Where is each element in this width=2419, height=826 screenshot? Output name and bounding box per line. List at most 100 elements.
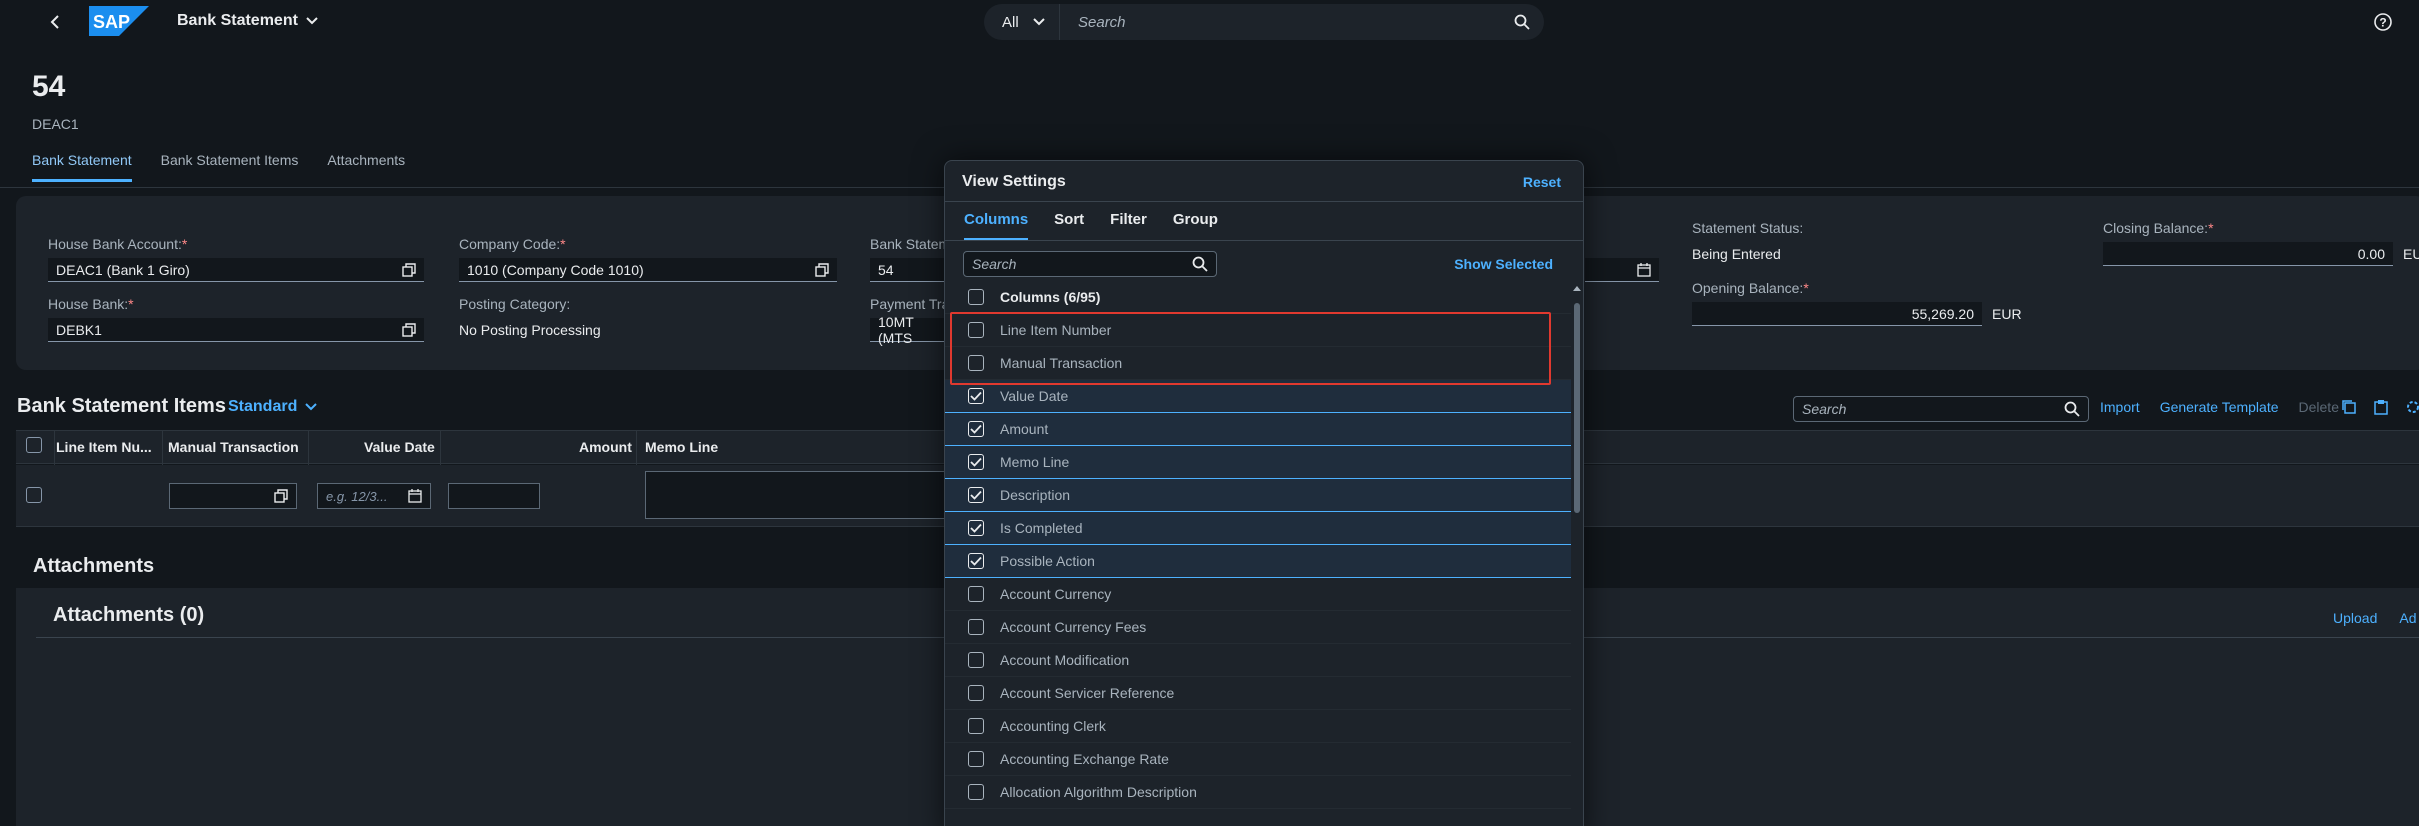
column-option-row[interactable]: Accounting Exchange Rate [945, 743, 1571, 776]
company-code-field[interactable]: 1010 (Company Code 1010) [459, 258, 837, 282]
tab-sort[interactable]: Sort [1054, 211, 1084, 241]
column-option-row[interactable]: Allocation Algorithm Description [945, 776, 1571, 809]
scrollbar-thumb[interactable] [1574, 303, 1580, 513]
value-help-icon[interactable] [402, 262, 416, 277]
closing-balance-currency: EU [2403, 246, 2419, 262]
column-header-line-item[interactable]: Line Item Nu... [56, 439, 152, 455]
checkbox-unchecked[interactable] [968, 322, 984, 338]
bank-statement-label: Bank Statem [870, 236, 951, 252]
search-icon[interactable] [1192, 256, 1208, 272]
checkbox-unchecked[interactable] [968, 652, 984, 668]
payment-transaction-field[interactable]: 10MT (MTS [870, 314, 950, 346]
checkbox-checked[interactable] [968, 388, 984, 404]
checkbox-unchecked[interactable] [968, 685, 984, 701]
house-bank-account-value: DEAC1 (Bank 1 Giro) [56, 261, 190, 278]
help-button[interactable]: ? [2373, 12, 2393, 32]
column-option-row[interactable]: Memo Line [945, 446, 1571, 479]
tab-filter[interactable]: Filter [1110, 211, 1147, 241]
upload-button[interactable]: Upload [2333, 610, 2377, 626]
house-bank-field[interactable]: DEBK1 [48, 318, 424, 342]
scroll-up-arrow-icon[interactable] [1571, 283, 1583, 293]
items-table-title: Bank Statement Items [17, 395, 226, 417]
amount-input[interactable] [448, 483, 540, 509]
value-help-icon[interactable] [274, 489, 288, 503]
value-help-icon[interactable] [815, 262, 829, 277]
row-checkbox[interactable] [26, 487, 42, 503]
calendar-icon[interactable] [1637, 262, 1651, 277]
variant-selector[interactable]: Standard [228, 398, 318, 416]
select-all-columns-row[interactable]: Columns (6/95) [945, 281, 1571, 314]
settings-icon[interactable] [2405, 399, 2419, 415]
search-scope-select[interactable]: All [984, 4, 1060, 40]
paste-icon[interactable] [2373, 399, 2389, 415]
closing-balance-field[interactable]: 0.00 [2103, 242, 2393, 266]
column-option-row[interactable]: Line Item Number [945, 314, 1571, 347]
column-option-row[interactable]: Manual Transaction [945, 347, 1571, 380]
calendar-icon[interactable] [408, 489, 422, 503]
dialog-scrollbar[interactable] [1571, 281, 1583, 826]
checkbox-checked[interactable] [968, 454, 984, 470]
column-divider [636, 431, 637, 465]
house-bank-account-field[interactable]: DEAC1 (Bank 1 Giro) [48, 258, 424, 282]
opening-balance-field[interactable]: 55,269.20 [1692, 302, 1982, 326]
column-header-manual-transaction[interactable]: Manual Transaction [168, 439, 299, 455]
column-option-row[interactable]: Amount [945, 413, 1571, 446]
items-search-input[interactable]: Search [1793, 396, 2089, 422]
column-option-row[interactable]: Account Currency [945, 578, 1571, 611]
column-option-row[interactable]: Accounting Clerk [945, 710, 1571, 743]
column-option-row[interactable]: Description [945, 479, 1571, 512]
delete-button[interactable]: Delete [2299, 399, 2339, 415]
date-field-partial[interactable] [1585, 258, 1659, 282]
show-selected-button[interactable]: Show Selected [1454, 256, 1553, 272]
tab-group[interactable]: Group [1173, 211, 1218, 241]
payment-transaction-value: 10MT (MTS [878, 313, 914, 346]
value-help-icon[interactable] [402, 322, 416, 337]
column-option-row[interactable]: Account Servicer Reference [945, 677, 1571, 710]
value-date-input[interactable]: e.g. 12/3... [317, 483, 431, 509]
checkbox-unchecked[interactable] [968, 355, 984, 371]
attachments-toolbar: Upload Ad [2333, 610, 2417, 626]
tab-columns[interactable]: Columns [964, 211, 1029, 241]
columns-search-input[interactable]: Search [963, 251, 1217, 277]
checkbox-checked[interactable] [968, 487, 984, 503]
column-header-memo-line[interactable]: Memo Line [645, 439, 718, 455]
attachments-section-title: Attachments [33, 555, 155, 577]
checkbox-unchecked[interactable] [968, 619, 984, 635]
column-option-row[interactable]: Is Completed [945, 512, 1571, 545]
column-option-row[interactable]: Account Modification [945, 644, 1571, 677]
back-button[interactable] [44, 10, 66, 34]
global-search-input[interactable]: Search [1060, 14, 1500, 31]
add-button[interactable]: Ad [2399, 610, 2416, 626]
select-all-checkbox[interactable] [26, 437, 42, 453]
reset-button[interactable]: Reset [1523, 174, 1561, 190]
global-search-button[interactable] [1500, 4, 1544, 40]
column-option-label: Manual Transaction [1000, 355, 1123, 371]
column-header-value-date[interactable]: Value Date [364, 439, 435, 455]
column-header-amount[interactable]: Amount [579, 439, 632, 455]
checkbox-unchecked[interactable] [968, 718, 984, 734]
tab-bank-statement[interactable]: Bank Statement [32, 152, 132, 182]
app-title-menu[interactable]: Bank Statement [177, 12, 318, 30]
manual-transaction-input[interactable] [169, 483, 297, 509]
sap-logo[interactable]: SAP [89, 6, 149, 36]
search-icon[interactable] [2064, 401, 2080, 417]
checkbox-checked[interactable] [968, 553, 984, 569]
column-option-label: Is Completed [1000, 520, 1083, 536]
bank-statement-value: 54 [878, 261, 894, 278]
checkbox-unchecked[interactable] [968, 586, 984, 602]
column-option-row[interactable]: Account Currency Fees [945, 611, 1571, 644]
checkbox-unchecked[interactable] [968, 751, 984, 767]
checkbox-unchecked[interactable] [968, 784, 984, 800]
memo-line-input[interactable] [645, 471, 965, 519]
checkbox-checked[interactable] [968, 520, 984, 536]
column-option-row[interactable]: Value Date [945, 380, 1571, 413]
copy-icon[interactable] [2341, 399, 2357, 415]
select-all-columns-checkbox[interactable] [968, 289, 984, 305]
checkbox-checked[interactable] [968, 421, 984, 437]
svg-text:SAP: SAP [93, 12, 130, 32]
tab-bank-statement-items[interactable]: Bank Statement Items [161, 152, 299, 182]
import-button[interactable]: Import [2100, 399, 2140, 415]
tab-attachments[interactable]: Attachments [327, 152, 405, 182]
column-option-row[interactable]: Possible Action [945, 545, 1571, 578]
generate-template-button[interactable]: Generate Template [2160, 399, 2279, 415]
